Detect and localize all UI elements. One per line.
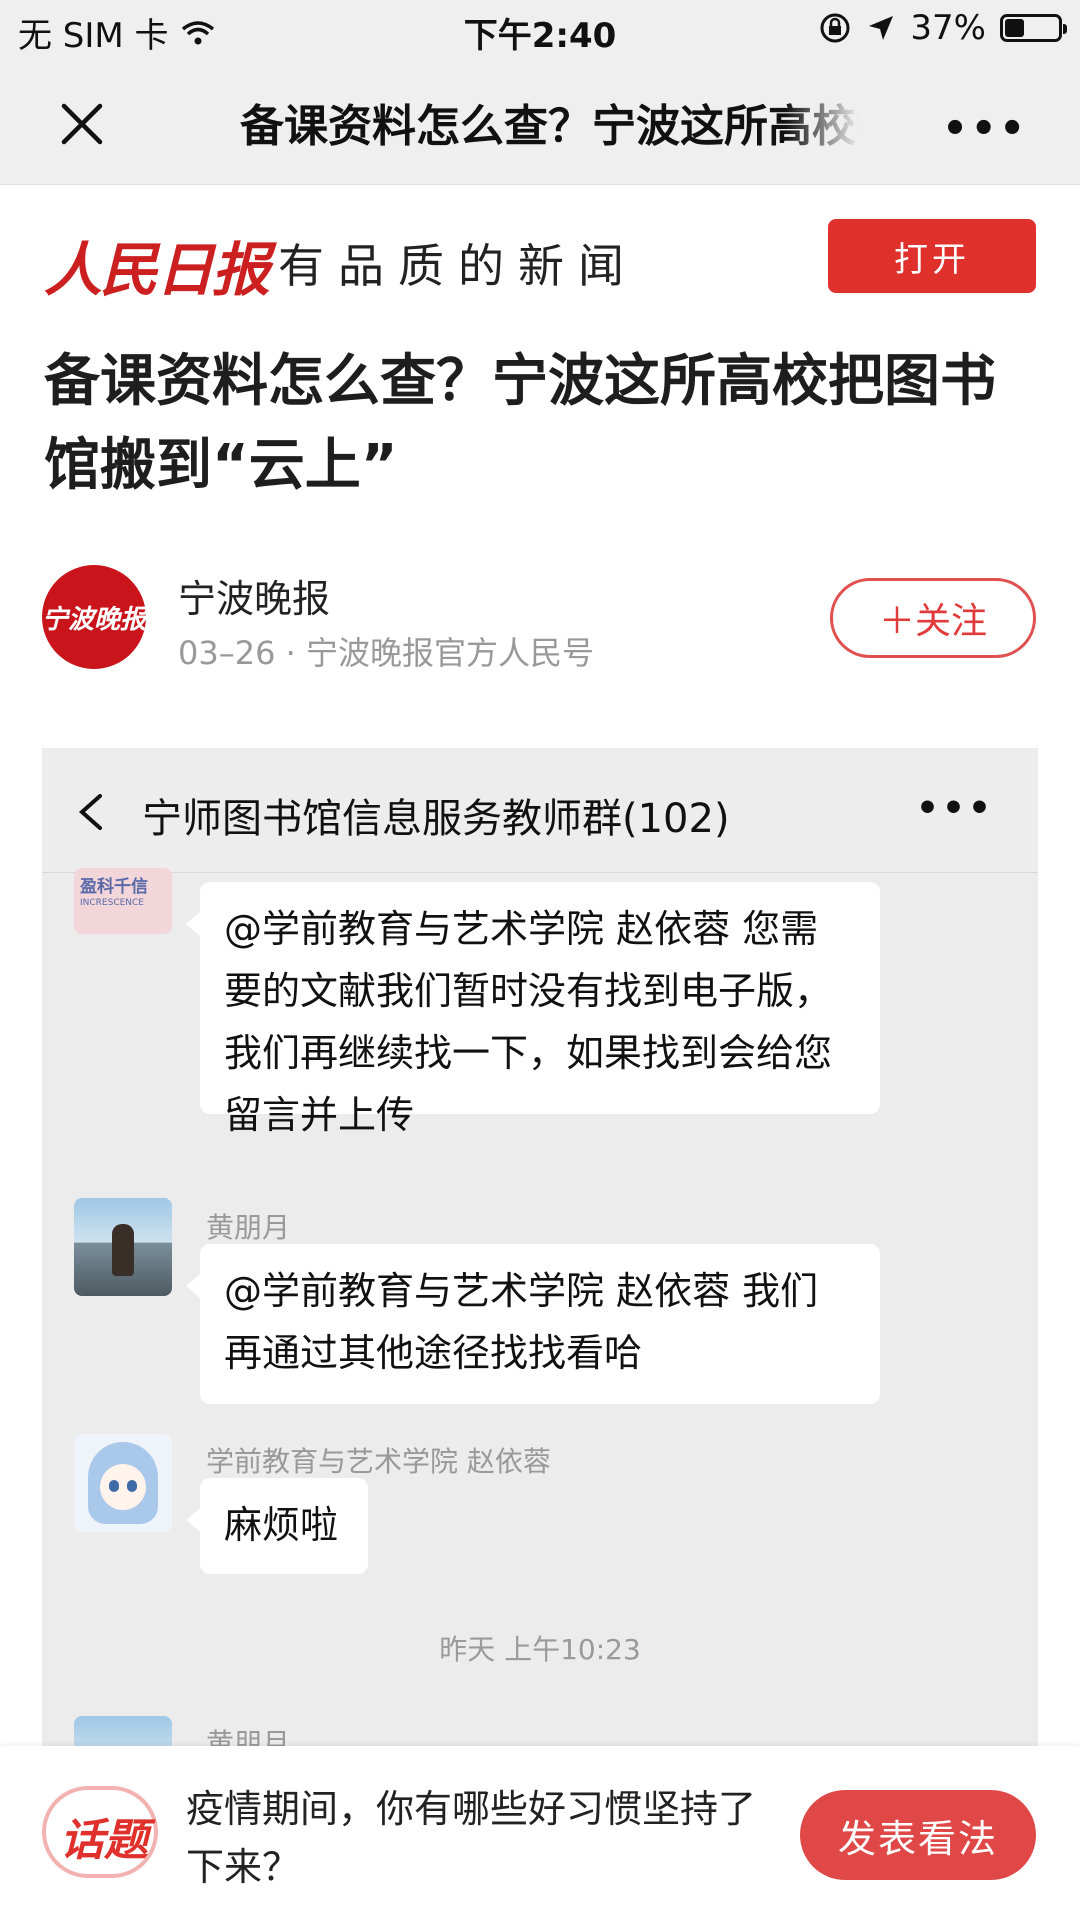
- brand-header: 人民日报 有品质的新闻 打开: [0, 185, 1080, 325]
- avatar-eye: [127, 1480, 137, 1492]
- author-name[interactable]: 宁波晚报: [178, 568, 330, 623]
- more-menu-icon[interactable]: •••: [942, 106, 1028, 152]
- battery-icon: [1000, 14, 1067, 42]
- avatar-figure: [112, 1224, 134, 1276]
- chat-screenshot: 宁师图书馆信息服务教师群(102) ••• 盈科千信 INCRESCENCE @…: [42, 748, 1038, 1746]
- company-avatar: 盈科千信 INCRESCENCE: [74, 868, 172, 934]
- chat-more-icon: •••: [915, 788, 994, 829]
- post-opinion-button[interactable]: 发表看法: [800, 1790, 1036, 1880]
- status-left: 无 SIM 卡: [18, 8, 215, 57]
- sender-avatar: [74, 1198, 172, 1296]
- topic-icon: 话题: [42, 1786, 158, 1878]
- sender-avatar: [74, 1716, 172, 1746]
- sender-name: 学前教育与艺术学院 赵依蓉: [206, 1445, 551, 1478]
- avatar-face: [100, 1464, 146, 1510]
- brand-logo: 人民日报: [44, 236, 270, 304]
- follow-button[interactable]: ＋关注: [830, 578, 1036, 658]
- location-icon: [869, 16, 894, 40]
- author-avatar[interactable]: 宁波晚报: [42, 565, 146, 669]
- rotation-lock-icon: [820, 13, 850, 43]
- close-icon[interactable]: [54, 96, 110, 152]
- carrier-label: 无 SIM 卡: [18, 16, 169, 56]
- chat-timestamp: 昨天 上午10:23: [439, 1633, 641, 1666]
- back-chevron-icon: [78, 794, 102, 830]
- topic-bar: 话题 疫情期间，你有哪些好习惯坚持了下来？ 发表看法: [0, 1746, 1080, 1921]
- status-right: 37%: [818, 8, 1067, 48]
- brand-slogan: 有品质的新闻: [278, 239, 638, 293]
- battery-percent: 37%: [910, 8, 986, 48]
- page-title: 备课资料怎么查？宁波这所高校把图书馆搬到“云上”: [240, 101, 860, 152]
- company-avatar-logo: 盈科千信: [80, 877, 148, 897]
- avatar-eye: [109, 1480, 119, 1492]
- topic-icon-label: 话题: [60, 1815, 148, 1866]
- chat-header: 宁师图书馆信息服务教师群(102) •••: [42, 748, 1038, 873]
- message-bubble: @学前教育与艺术学院 赵依蓉 我们再通过其他途径找找看哈: [186, 1244, 880, 1404]
- page: 无 SIM 卡 下午2:40 37% 备课资料怎么查？宁波这所高校 ••• 人民…: [0, 0, 1080, 1921]
- sender-name: 黄朋月: [206, 1211, 291, 1244]
- author-meta: 03–26 · 宁波晚报官方人民号: [178, 634, 594, 672]
- company-avatar-sub: INCRESCENCE: [80, 898, 144, 908]
- message-bubble: @学前教育与艺术学院 赵依蓉 您需要的文献我们暂时没有找到电子版，我们再继续找一…: [186, 882, 880, 1137]
- sender-name: 黄朋月: [206, 1727, 291, 1746]
- article-headline: 备课资料怎么查？宁波这所高校把图书馆搬到“云上”: [44, 349, 996, 498]
- battery-fill: [1005, 19, 1024, 37]
- message-bubble: 麻烦啦: [186, 1478, 368, 1574]
- status-bar: 无 SIM 卡 下午2:40 37%: [0, 0, 1080, 62]
- chat-group-title: 宁师图书馆信息服务教师群(102): [142, 796, 730, 842]
- title-bar: 备课资料怎么查？宁波这所高校把图书馆搬到“云上” •••: [0, 62, 1080, 185]
- open-app-button[interactable]: 打开: [828, 219, 1036, 293]
- wifi-icon: [181, 20, 214, 44]
- topic-question[interactable]: 疫情期间，你有哪些好习惯坚持了下来？: [186, 1780, 786, 1896]
- sender-avatar: [74, 1434, 172, 1532]
